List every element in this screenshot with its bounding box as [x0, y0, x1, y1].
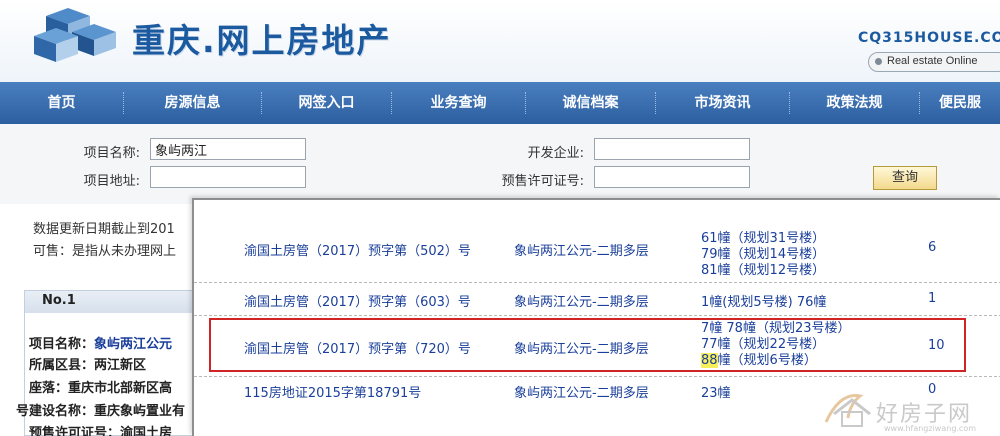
- developer-label: 开发企业:: [527, 146, 584, 161]
- permit-number: 115房地证2015字第18791号: [244, 386, 422, 401]
- building-item: 79幢（规划14号楼）: [701, 247, 826, 262]
- building-list: 1幢(规划5号楼) 76幢: [701, 295, 827, 310]
- building-count: 6: [928, 240, 937, 255]
- logo-cubes-icon: [34, 8, 116, 62]
- building-count: 10: [928, 338, 945, 353]
- building-item: 88幢（规划6号楼）: [701, 353, 851, 369]
- table-row: 渝国土房管（2017）预字第（603）号 象屿两江公元-二期多层 1幢(规划5号…: [194, 284, 1000, 316]
- nav-market-news[interactable]: 市场资讯: [656, 92, 790, 114]
- result-number: No.1: [42, 293, 76, 308]
- permit-number: 渝国土房管（2017）预字第（720）号: [244, 342, 471, 357]
- project-name: 象屿两江公元-二期多层: [514, 244, 649, 259]
- nav-business-query[interactable]: 业务查询: [392, 92, 526, 114]
- nav-listings[interactable]: 房源信息: [124, 92, 262, 114]
- project-name-input[interactable]: [150, 138, 306, 160]
- table-row: 渝国土房管（2017）预字第（720）号 象屿两江公元-二期多层 7幢 78幢（…: [194, 317, 1000, 377]
- field-location: 座落：重庆市北部新区高: [29, 377, 172, 396]
- project-address-label: 项目地址:: [83, 174, 140, 189]
- nav-credit-records[interactable]: 诚信档案: [526, 92, 656, 114]
- nav-online-signing[interactable]: 网签入口: [262, 92, 392, 114]
- building-item: 81幢（规划12号楼）: [701, 263, 826, 278]
- project-name: 象屿两江公元-二期多层: [514, 295, 649, 310]
- building-list: 23幢: [701, 386, 731, 401]
- building-item: 77幢（规划22号楼）: [701, 337, 826, 352]
- field-value: 渝国土房: [120, 426, 173, 436]
- permit-number: 渝国土房管（2017）预字第（502）号: [244, 244, 471, 259]
- search-highlight: 88: [701, 353, 718, 368]
- main-nav: 首页 房源信息 网签入口 业务查询 诚信档案 市场资讯 政策法规 便民服: [0, 82, 1000, 124]
- project-name-label: 项目名称:: [83, 146, 140, 161]
- field-permit: 预售许可证号：渝国土房: [29, 422, 172, 436]
- permit-input[interactable]: [594, 166, 750, 188]
- available-note: 可售：是指从未办理网上: [33, 244, 177, 259]
- query-button[interactable]: 查询: [873, 166, 937, 190]
- field-key: 所属区县：: [29, 358, 95, 373]
- project-name: 象屿两江公元-二期多层: [514, 386, 649, 401]
- field-key: 号建设名称：: [16, 404, 95, 419]
- field-value: 重庆市北部新区高: [68, 381, 173, 396]
- field-key: 座落：: [29, 381, 69, 396]
- building-list: 7幢 78幢（规划23号楼） 77幢（规划22号楼） 88幢（规划6号楼）: [701, 321, 851, 369]
- site-title: 重庆.网上房地产: [132, 21, 392, 60]
- project-address-input[interactable]: [150, 166, 306, 188]
- site-subtitle-badge: Real estate Online: [868, 52, 1000, 72]
- field-district: 所属区县：两江新区: [29, 354, 146, 373]
- site-domain: CQ315HOUSE.CO: [858, 30, 1000, 46]
- field-key: 预售许可证号：: [29, 426, 121, 436]
- field-value: 两江新区: [94, 358, 147, 373]
- building-item-rest: 幢（规划6号楼）: [717, 353, 817, 368]
- field-key: 项目名称：: [29, 337, 95, 352]
- field-value: 重庆象屿置业有: [94, 404, 186, 419]
- field-project-name: 项目名称：象屿两江公元: [29, 333, 172, 352]
- developer-input[interactable]: [594, 138, 750, 160]
- nav-policy[interactable]: 政策法规: [790, 92, 920, 114]
- field-value-link[interactable]: 象屿两江公元: [94, 337, 172, 352]
- watermark-url: www.hfangziwang.com: [884, 424, 977, 433]
- update-date-note: 数据更新日期截止到201: [33, 222, 175, 237]
- search-panel: [0, 124, 1000, 204]
- field-builder-name: 号建设名称：重庆象屿置业有: [16, 400, 185, 419]
- building-list: 61幢（规划31号楼） 79幢（规划14号楼） 81幢（规划12号楼）: [701, 231, 825, 279]
- building-item: 7幢 78幢（规划23号楼）: [701, 321, 851, 336]
- table-row: 渝国土房管（2017）预字第（502）号 象屿两江公元-二期多层 61幢（规划3…: [194, 200, 1000, 283]
- permit-number: 渝国土房管（2017）预字第（603）号: [244, 295, 471, 310]
- building-count: 1: [928, 291, 937, 306]
- building-list: [701, 216, 901, 232]
- project-name: 象屿两江公元-二期多层: [514, 342, 649, 357]
- permit-label: 预售许可证号:: [501, 174, 584, 189]
- site-header: 重庆.网上房地产 CQ315HOUSE.CO Real estate Onlin…: [0, 0, 1000, 82]
- nav-services[interactable]: 便民服: [920, 92, 1000, 114]
- building-item: 61幢（规划31号楼）: [701, 231, 826, 246]
- nav-home[interactable]: 首页: [0, 92, 124, 114]
